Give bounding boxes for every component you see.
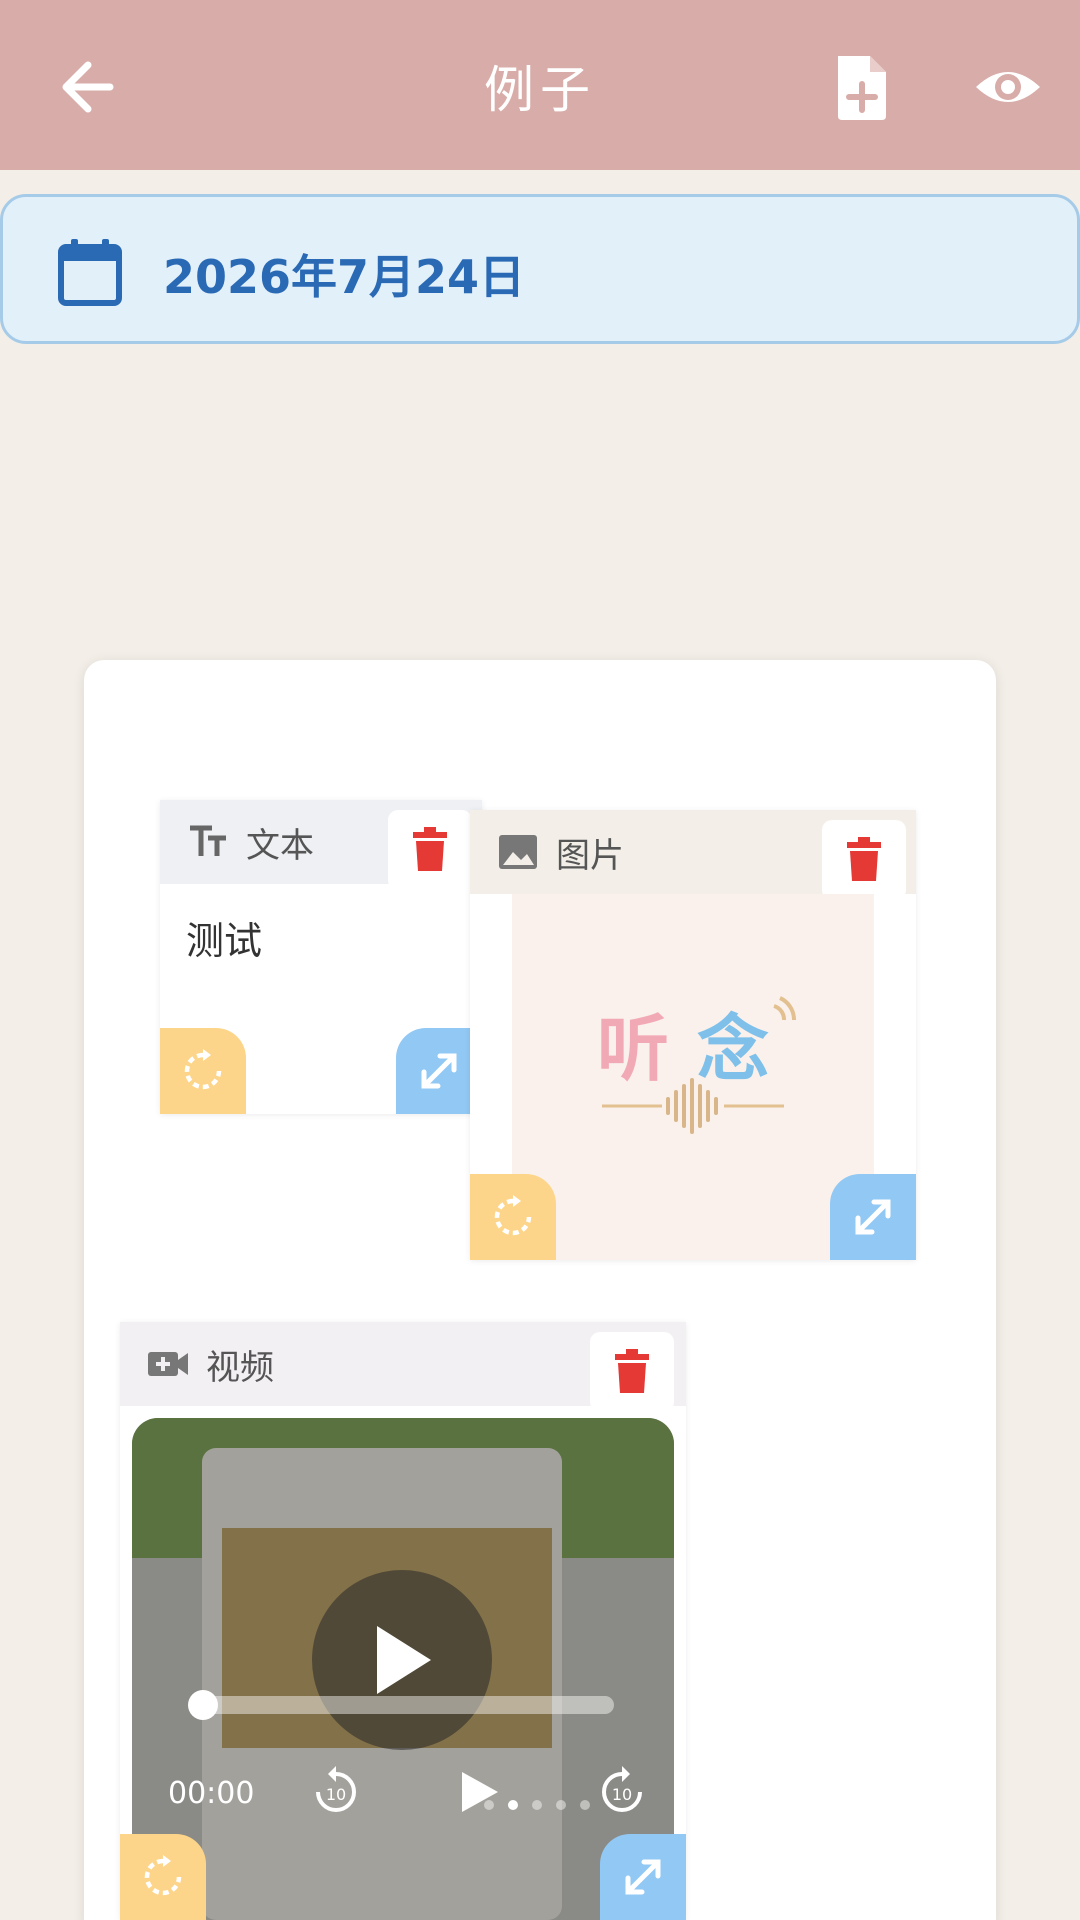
trash-icon xyxy=(847,837,881,881)
calendar-icon xyxy=(58,239,122,306)
rewind-10-icon[interactable]: 10 xyxy=(308,1764,364,1820)
svg-text:10: 10 xyxy=(612,1785,632,1804)
expand-icon xyxy=(625,1859,661,1895)
eye-icon[interactable] xyxy=(972,55,1044,119)
seek-bar[interactable] xyxy=(202,1696,614,1714)
app-bar: 例子 xyxy=(0,0,1080,170)
svg-text:念: 念 xyxy=(697,1007,769,1091)
page-indicator xyxy=(484,1800,590,1810)
text-content: 测试 xyxy=(186,919,263,963)
image-content: 听 念 xyxy=(512,894,874,1260)
date-selector[interactable]: 2026年7月24日 xyxy=(0,194,1080,344)
page-dot xyxy=(484,1800,494,1810)
time-display: 00:00 xyxy=(168,1776,255,1811)
widget-type-label: 文本 xyxy=(246,825,314,866)
delete-button[interactable] xyxy=(822,820,906,900)
image-widget[interactable]: 图片 听 念 xyxy=(470,810,916,1260)
seek-handle[interactable] xyxy=(188,1690,218,1720)
video-widget[interactable]: 视频 00:00 10 10 xyxy=(120,1322,686,1920)
rotate-button[interactable] xyxy=(160,1028,246,1114)
svg-text:听: 听 xyxy=(597,1007,669,1091)
page-dot xyxy=(556,1800,566,1810)
page-dot xyxy=(508,1800,518,1810)
rotate-icon xyxy=(184,1049,222,1090)
svg-text:10: 10 xyxy=(326,1785,346,1804)
file-plus-icon[interactable] xyxy=(832,52,892,122)
delete-button[interactable] xyxy=(590,1332,674,1412)
date-text: 2026年7月24日 xyxy=(163,250,526,304)
play-icon xyxy=(377,1626,431,1694)
expand-icon xyxy=(421,1053,457,1089)
rotate-button[interactable] xyxy=(470,1174,556,1260)
play-button[interactable] xyxy=(312,1570,492,1750)
delete-button[interactable] xyxy=(388,810,472,890)
widget-type-label: 图片 xyxy=(556,835,624,876)
forward-10-icon[interactable]: 10 xyxy=(594,1764,650,1820)
trash-icon xyxy=(615,1349,649,1393)
expand-icon xyxy=(855,1199,891,1235)
text-widget[interactable]: 文本 测试 xyxy=(160,800,482,1114)
page-dot xyxy=(532,1800,542,1810)
video-plus-icon xyxy=(148,1352,188,1376)
rotate-icon xyxy=(494,1195,532,1236)
image-icon xyxy=(499,835,537,869)
widget-type-label: 视频 xyxy=(206,1347,274,1388)
expand-button[interactable] xyxy=(830,1174,916,1260)
rotate-icon xyxy=(144,1855,182,1896)
play-small-icon[interactable] xyxy=(450,1764,506,1820)
text-size-icon xyxy=(190,825,226,856)
rotate-button[interactable] xyxy=(120,1834,206,1920)
page-dot xyxy=(580,1800,590,1810)
trash-icon xyxy=(413,827,447,871)
app-logo: 听 念 xyxy=(597,996,797,1134)
expand-button[interactable] xyxy=(600,1834,686,1920)
video-player[interactable]: 00:00 10 10 xyxy=(132,1418,674,1920)
page-title: 例子 xyxy=(484,61,596,119)
